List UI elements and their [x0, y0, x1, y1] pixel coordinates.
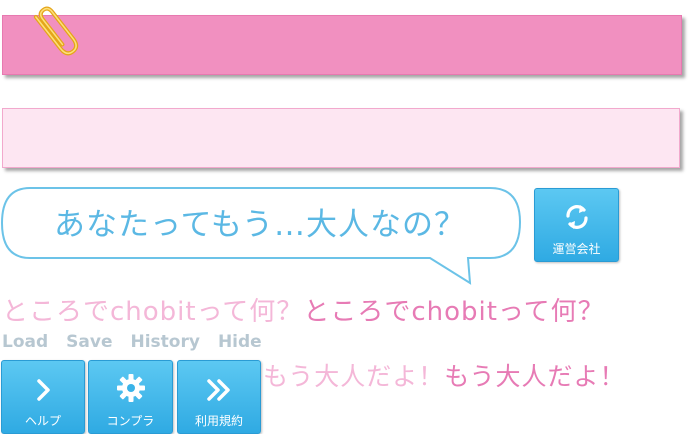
top-banner [2, 15, 682, 75]
terms-button-label: 利用規約 [194, 414, 243, 428]
help-button[interactable]: ヘルプ [1, 360, 85, 434]
gear-icon [116, 374, 145, 402]
refresh-icon [565, 205, 588, 229]
load-link[interactable]: Load [2, 332, 48, 352]
compliance-button[interactable]: コンプラ [88, 360, 173, 434]
company-button[interactable]: 運営会社 [534, 188, 619, 262]
help-button-label: ヘルプ [24, 414, 61, 428]
save-link[interactable]: Save [66, 332, 112, 352]
reply-solid: もう大人だよ！ [444, 362, 626, 391]
hide-link[interactable]: Hide [218, 332, 262, 352]
history-link[interactable]: History [130, 332, 199, 352]
title-bar [2, 108, 680, 168]
dialogue-text: あなたってもう…大人なの？ [54, 207, 466, 243]
compliance-button-label: コンプラ [106, 414, 155, 428]
paperclip-icon [33, 6, 79, 56]
quick-menu: Load Save History Hide [2, 331, 280, 353]
double-chevron-right-icon [207, 379, 230, 401]
company-button-label: 運営会社 [552, 242, 601, 256]
question-faded: ところでchobitって何？ [2, 297, 304, 327]
question-solid: ところでchobitって何？ [303, 297, 605, 327]
terms-button[interactable]: 利用規約 [177, 360, 261, 434]
reply-line: もう大人だよ！もう大人だよ！ [263, 360, 683, 394]
question-line: ところでchobitって何？ところでchobitって何？ [2, 294, 662, 330]
chevron-right-icon [37, 379, 50, 401]
reply-faded: もう大人だよ！ [263, 362, 445, 391]
